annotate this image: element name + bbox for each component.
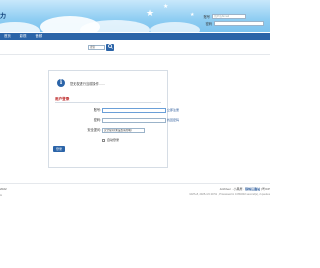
search-icon <box>107 44 113 49</box>
star-icon: ★ <box>190 12 195 18</box>
footer-links: Archiver · 小黑屋 · 狼蛛巨靠站 (粤ICP <box>220 187 270 191</box>
icp-link[interactable]: (粤ICP <box>261 187 270 191</box>
login-submit-button[interactable]: 登录 <box>53 146 65 152</box>
cloud-decoration <box>80 20 150 32</box>
divider <box>0 183 270 184</box>
site-header: ★ ★ ★ 力 账号 用户名/Email 密码 <box>0 0 270 32</box>
nav-item-video[interactable]: 影视 <box>16 33 31 40</box>
footer-left-text: 2022 <box>0 187 7 191</box>
login-panel: i 您无权进行当前操作…… 用户登录 账号: 立即注册 密码: 找回密码 安全提… <box>48 70 179 168</box>
star-icon: ★ <box>146 9 155 19</box>
site-name-link[interactable]: 狼蛛巨靠站 <box>245 187 260 191</box>
username-label: 账号: <box>93 108 101 112</box>
security-question-label: 安全提问: <box>87 128 101 132</box>
header-username-input[interactable]: 用户名/Email <box>212 14 246 19</box>
nav-item-home[interactable]: 首页 <box>0 33 15 40</box>
search-bar: 搜索 <box>0 44 270 52</box>
header-login-username-row: 账号 用户名/Email <box>204 14 264 19</box>
forgot-password-link[interactable]: 找回密码 <box>167 117 179 123</box>
site-logo[interactable]: 力 <box>0 14 6 20</box>
divider <box>55 102 161 103</box>
password-row: 密码: 找回密码 <box>49 117 179 123</box>
footer-stats: GMT+8, 2025-4-5 20:51 , Processed in 0.0… <box>189 193 270 196</box>
divider <box>0 54 270 55</box>
password-label: 密码: <box>93 118 101 122</box>
username-row: 账号: 立即注册 <box>49 107 179 113</box>
security-question-select[interactable]: 安全提问(未设置请忽略) <box>102 127 145 133</box>
register-link[interactable]: 立即注册 <box>167 107 179 113</box>
remember-label: 自动登录 <box>107 138 120 142</box>
info-icon: i <box>57 79 65 87</box>
archiver-link[interactable]: Archiver · <box>220 187 233 191</box>
remember-row: 自动登录 <box>49 138 167 144</box>
permission-notice: 您无权进行当前操作…… <box>70 82 106 86</box>
header-username-label: 账号 <box>203 15 210 19</box>
star-icon: ★ <box>163 3 169 10</box>
header-password-label: 密码 <box>205 22 212 26</box>
security-question-row: 安全提问: 安全提问(未设置请忽略) <box>49 127 167 133</box>
username-input[interactable] <box>102 107 166 113</box>
nav-item-audio[interactable]: 音频 <box>31 33 46 40</box>
cloud-decoration <box>150 22 200 32</box>
password-input[interactable] <box>102 117 166 123</box>
remember-checkbox[interactable] <box>102 139 105 142</box>
header-password-input[interactable] <box>214 21 264 26</box>
header-login-password-row: 密码 <box>206 21 264 26</box>
search-button[interactable] <box>106 44 114 51</box>
footer-left-text-2: n <box>0 193 2 197</box>
main-nav: 首页 影视 音频 <box>0 33 270 40</box>
blackroom-link[interactable]: 小黑屋 · <box>233 187 244 191</box>
cloud-decoration <box>0 22 40 32</box>
search-input[interactable]: 搜索 <box>88 45 105 50</box>
